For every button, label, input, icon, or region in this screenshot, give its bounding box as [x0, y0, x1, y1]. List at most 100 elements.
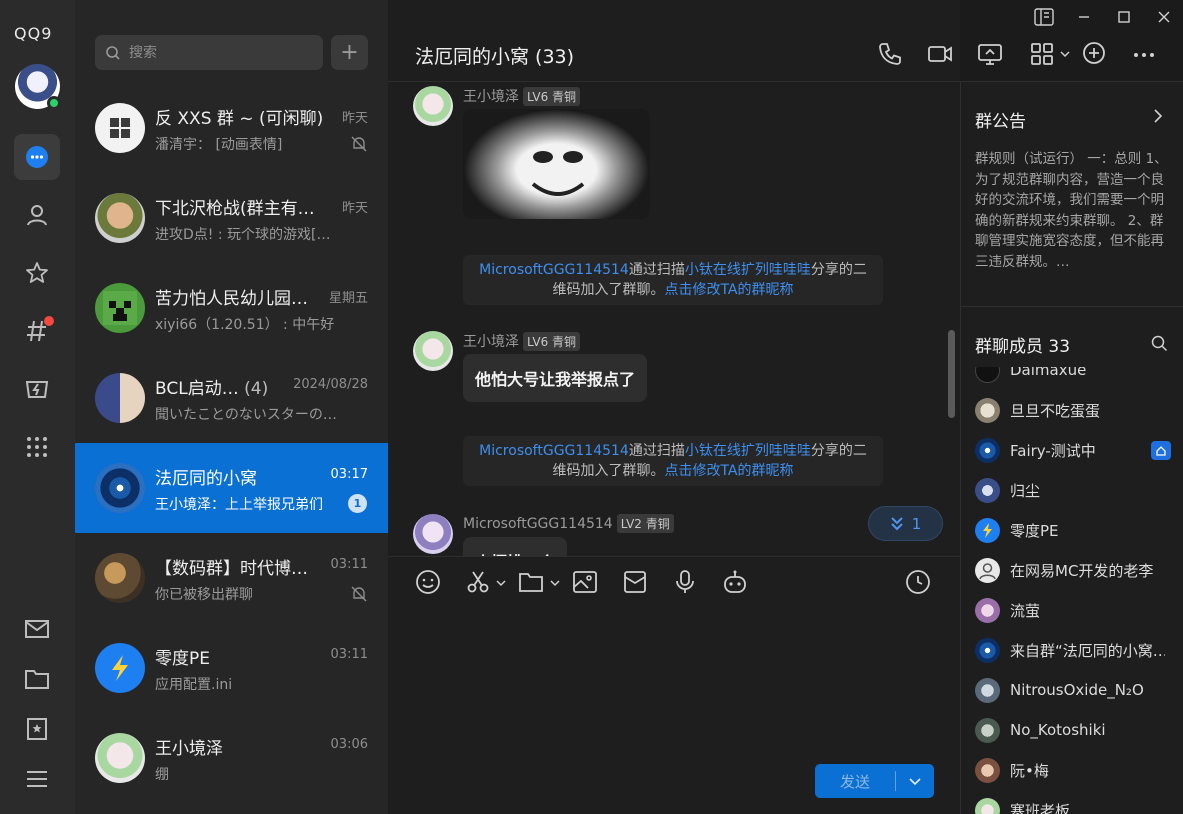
mute-bell-icon	[351, 136, 367, 152]
member-item[interactable]: No_Kotoshiki	[975, 716, 1180, 744]
nav-apps[interactable]	[14, 424, 60, 470]
system-notice: MicrosoftGGG114514通过扫描小钛在线扩列哇哇哇分享的二维码加入了…	[463, 436, 883, 486]
file-button[interactable]	[516, 567, 546, 597]
user-avatar[interactable]	[15, 64, 61, 110]
conversation-item[interactable]: 零度PE 03:11 应用配置.ini	[75, 623, 388, 713]
conversation-item[interactable]: 王小境泽 03:06 绷	[75, 713, 388, 803]
video-call-button[interactable]	[924, 38, 956, 70]
member-item[interactable]: 旦旦不吃蛋蛋	[975, 396, 1180, 424]
conversation-item[interactable]: 【数码群】时代博… 03:11 你已被移出群聊	[75, 533, 388, 623]
member-avatar	[975, 597, 1000, 623]
member-name: 归尘	[1010, 481, 1041, 500]
conversation-item[interactable]: 下北沢枪战(群主有… 昨天 进攻D点! : 玩个球的游戏[…	[75, 173, 388, 263]
nav-contacts[interactable]	[14, 192, 60, 238]
scissors-icon	[467, 571, 489, 593]
voice-button[interactable]	[670, 567, 700, 597]
chat-header: 法厄同的小窝 (33)	[388, 0, 1183, 82]
member-avatar	[975, 717, 1000, 743]
member-item[interactable]: NitrousOxide_N₂O	[975, 676, 1180, 704]
more-dots-icon	[1134, 53, 1154, 57]
group-info-panel: 群公告 群规则（试运行） 一：总则 1、为了规范群聊内容，营造一个良好的交流环境…	[960, 82, 1183, 814]
message-icon	[26, 146, 48, 168]
sender-avatar[interactable]	[413, 86, 453, 126]
nav-collections[interactable]	[14, 706, 60, 752]
message-bubble[interactable]: 小榧桃一个	[463, 537, 568, 556]
send-button[interactable]: 发送	[815, 764, 934, 798]
red-packet-button[interactable]	[620, 567, 650, 597]
conversation-list: + 反 XXS 群 ~ (可闲聊) 昨天 潘清宇： [动画表情] 下北沢枪战(群…	[75, 0, 388, 814]
chevron-down-icon[interactable]	[1060, 50, 1070, 58]
search-box[interactable]	[95, 35, 323, 70]
member-name: 寒班老板	[1010, 801, 1071, 814]
notice-text[interactable]: 群规则（试运行） 一：总则 1、为了规范群聊内容，营造一个良好的交流环境，我们需…	[975, 149, 1171, 273]
message-composer[interactable]: 发送	[388, 556, 960, 814]
screen-share-button[interactable]	[974, 38, 1006, 70]
new-messages-button[interactable]: 1	[868, 506, 943, 541]
maximize-button[interactable]	[1110, 6, 1138, 28]
conversation-item[interactable]: 反 XXS 群 ~ (可闲聊) 昨天 潘清宇： [动画表情]	[75, 83, 388, 173]
member-item[interactable]: 来自群“法厄同的小窝…	[975, 636, 1180, 664]
conversation-item-active[interactable]: 法厄同的小窝 03:17 王小境泽：上上举报兄弟们 1	[75, 443, 388, 533]
member-list: Daimaxue 旦旦不吃蛋蛋 Fairy-测试中 归尘 零度PE 在网易MC开…	[961, 367, 1183, 814]
emoji-button[interactable]	[413, 567, 443, 597]
nav-favorites[interactable]	[14, 250, 60, 296]
add-member-button[interactable]	[1078, 38, 1110, 70]
rename-link[interactable]: 点击修改TA的群昵称	[664, 282, 793, 298]
chevron-right-icon[interactable]	[1153, 109, 1163, 123]
member-name: Daimaxue	[1010, 367, 1087, 379]
rename-link[interactable]: 点击修改TA的群昵称	[664, 463, 793, 479]
close-button[interactable]	[1150, 6, 1178, 28]
nav-files[interactable]	[14, 656, 60, 702]
send-options-button[interactable]	[896, 777, 934, 785]
owner-icon	[1156, 445, 1166, 456]
nav-menu[interactable]	[14, 756, 60, 802]
nav-channels[interactable]	[14, 308, 60, 354]
member-item[interactable]: Fairy-测试中	[975, 436, 1180, 464]
nav-messages[interactable]	[14, 134, 60, 180]
message-bubble[interactable]: 他怕大号让我举报点了	[463, 354, 648, 402]
member-item[interactable]: 零度PE	[975, 516, 1180, 544]
image-button[interactable]	[570, 567, 600, 597]
nav-mail[interactable]	[14, 606, 60, 652]
chevron-down-icon[interactable]	[496, 579, 506, 587]
sender-avatar[interactable]	[413, 514, 453, 554]
notice-title[interactable]: 群公告	[975, 107, 1026, 132]
member-name: 旦旦不吃蛋蛋	[1010, 401, 1101, 420]
chevron-down-icon[interactable]	[550, 579, 560, 587]
conversation-item[interactable]: 苦力怕人民幼儿园… 星期五 xiyi66（1.20.51） : 中午好	[75, 263, 388, 353]
sender-avatar[interactable]	[413, 331, 453, 371]
default-user-icon	[979, 562, 996, 579]
add-button[interactable]: +	[331, 35, 368, 70]
member-item[interactable]: 流萤	[975, 596, 1180, 624]
member-item[interactable]: 在网易MC开发的老李	[975, 556, 1180, 584]
search-input[interactable]	[129, 44, 299, 61]
apps-button[interactable]	[1026, 38, 1058, 70]
screenshot-button[interactable]	[463, 567, 493, 597]
conversation-item[interactable]: BCL启动… (4) 2024/08/28 聞いたことのないスターの…	[75, 353, 388, 443]
conversation-name: 王小境泽	[155, 739, 223, 759]
member-item[interactable]: 阮•梅	[975, 756, 1180, 784]
member-item[interactable]: Daimaxue	[975, 367, 1180, 384]
history-button[interactable]	[903, 567, 933, 597]
sticker-image[interactable]	[463, 109, 650, 219]
member-item[interactable]: 归尘	[975, 476, 1180, 504]
user-link[interactable]: 小钛在线扩列哇哇哇	[685, 262, 811, 278]
member-item[interactable]: 寒班老板	[975, 796, 1180, 814]
minimize-button[interactable]	[1070, 6, 1098, 28]
user-link[interactable]: 小钛在线扩列哇哇哇	[685, 443, 811, 459]
member-name: 来自群“法厄同的小窝…	[1010, 641, 1165, 660]
more-button[interactable]	[1128, 38, 1160, 70]
pin-window-button[interactable]	[1030, 6, 1058, 28]
search-icon[interactable]	[1151, 335, 1168, 352]
message-scrollbar[interactable]	[948, 330, 955, 418]
message-sender: MicrosoftGGG114514 LV2 青铜	[463, 514, 674, 533]
robot-button[interactable]	[720, 567, 750, 597]
members-title: 群聊成员 33	[975, 337, 1071, 357]
user-link[interactable]: MicrosoftGGG114514	[479, 443, 629, 459]
conversation-preview: 绷	[155, 767, 169, 783]
nav-games[interactable]	[14, 366, 60, 412]
system-notice: MicrosoftGGG114514通过扫描小钛在线扩列哇哇哇分享的二维码加入了…	[463, 255, 883, 305]
user-link[interactable]: MicrosoftGGG114514	[479, 262, 629, 278]
minimize-icon	[1079, 16, 1089, 18]
voice-call-button[interactable]	[874, 38, 906, 70]
